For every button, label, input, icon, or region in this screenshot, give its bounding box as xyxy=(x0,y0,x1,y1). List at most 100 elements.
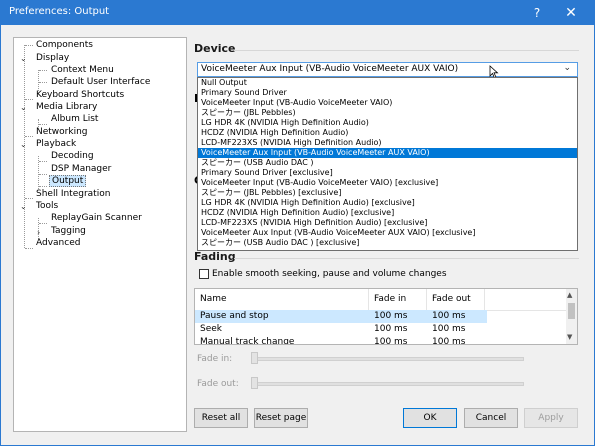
dropdown-option[interactable]: スピーカー (USB Audio DAC ) [exclusive] xyxy=(198,238,577,248)
device-select-value: VoiceMeeter Aux Input (VB-Audio VoiceMee… xyxy=(201,64,459,74)
expand-caret-icon[interactable]: ⌄ xyxy=(20,202,27,211)
dropdown-option[interactable]: LCD-MF223XS (NVIDIA High Definition Audi… xyxy=(198,138,577,148)
fade-in-label: Fade in: xyxy=(197,354,233,364)
title-bar: Preferences: Output ? ✕ xyxy=(1,1,594,25)
tree-item-label: Decoding xyxy=(51,151,94,161)
tree-item-output[interactable]: Output xyxy=(49,175,87,188)
dropdown-option[interactable]: HCDZ (NVIDIA High Definition Audio) xyxy=(198,128,577,138)
expand-caret-icon[interactable]: ⌄ xyxy=(20,140,27,149)
chevron-down-icon: ⌄ xyxy=(563,63,571,73)
tree-item-label: Display xyxy=(36,53,70,63)
dropdown-option[interactable]: LG HDR 4K (NVIDIA High Definition Audio) xyxy=(198,118,577,128)
tree-item-label: Playback xyxy=(36,139,77,149)
tree-item-replaygain-scanner[interactable]: ReplayGain Scanner xyxy=(51,212,142,225)
tree-item-label: Networking xyxy=(36,127,88,137)
reset-all-button[interactable]: Reset all xyxy=(194,408,248,428)
expand-caret-icon[interactable]: ⌄ xyxy=(20,54,27,63)
row-fade-in: 100 ms xyxy=(374,311,408,321)
dropdown-option[interactable]: スピーカー (JBL Pebbles) [exclusive] xyxy=(198,188,577,198)
tree-item-label: Default User Interface xyxy=(51,77,151,87)
dropdown-option[interactable]: Primary Sound Driver xyxy=(198,88,577,98)
tree-connector xyxy=(25,136,33,137)
dropdown-option[interactable]: HCDZ (NVIDIA High Definition Audio) [exc… xyxy=(198,208,577,218)
group-divider xyxy=(234,258,579,259)
fade-settings-list[interactable]: Name Fade in Fade out Pause and stop 100… xyxy=(194,288,578,345)
list-header: Name Fade in Fade out xyxy=(195,289,567,311)
ok-button[interactable]: OK xyxy=(403,408,457,428)
fade-out-slider-thumb[interactable] xyxy=(251,377,258,389)
tree-connector xyxy=(39,124,47,125)
device-dropdown-list[interactable]: Null Output Primary Sound Driver VoiceMe… xyxy=(197,77,578,251)
tree-item-label: Advanced xyxy=(36,238,81,248)
tree-connector xyxy=(39,161,47,162)
tree-connector xyxy=(38,70,39,91)
group-divider xyxy=(234,50,579,51)
reset-page-button[interactable]: Reset page xyxy=(254,408,308,428)
tree-item-default-user-interface[interactable]: Default User Interface xyxy=(51,76,150,89)
scroll-thumb[interactable] xyxy=(568,303,575,319)
table-row[interactable]: Manual track change 100 ms 100 ms xyxy=(195,336,567,345)
tree-item-label: Output xyxy=(49,175,87,187)
row-name: Pause and stop xyxy=(200,311,269,321)
smooth-seeking-label[interactable]: Enable smooth seeking, pause and volume … xyxy=(212,269,447,279)
tree-item-label: Keyboard Shortcuts xyxy=(36,90,125,100)
dropdown-option[interactable]: VoiceMeeter Aux Input (VB-Audio VoiceMee… xyxy=(198,228,577,238)
tree-item-label: DSP Manager xyxy=(51,164,112,174)
tree-item-label: Components xyxy=(36,40,93,50)
table-row[interactable]: Seek 100 ms 100 ms xyxy=(195,323,567,336)
tree-item-decoding[interactable]: Decoding xyxy=(51,150,94,163)
tree-connector xyxy=(25,99,33,100)
tree-connector xyxy=(39,223,47,224)
row-fade-out: 100 ms xyxy=(432,311,466,321)
dropdown-option[interactable]: LG HDR 4K (NVIDIA High Definition Audio)… xyxy=(198,198,577,208)
column-header-name[interactable]: Name xyxy=(195,289,369,310)
dropdown-option-selected[interactable]: VoiceMeeter Aux Input (VB-Audio VoiceMee… xyxy=(198,148,577,158)
tree-connector xyxy=(39,70,47,71)
tree-item-label: Shell Integration xyxy=(36,189,111,199)
cancel-button[interactable]: Cancel xyxy=(464,408,518,428)
list-scrollbar[interactable]: ▲ ▼ xyxy=(566,289,577,344)
expand-caret-icon[interactable]: ⌄ xyxy=(20,103,27,112)
scroll-down-icon[interactable]: ▼ xyxy=(567,333,572,341)
tree-item-label: Album List xyxy=(51,114,99,124)
tree-connector xyxy=(25,198,33,199)
preferences-window: Preferences: Output ? ✕ ⌄ ⌄ ⌄ ⌄ › Compon… xyxy=(0,0,595,446)
fading-group-title: Fading xyxy=(194,250,236,263)
fade-out-slider-track[interactable] xyxy=(256,382,524,386)
close-button[interactable]: ✕ xyxy=(556,1,586,25)
device-select[interactable]: VoiceMeeter Aux Input (VB-Audio VoiceMee… xyxy=(197,62,578,77)
tree-item-label: ReplayGain Scanner xyxy=(51,213,142,223)
column-header-fade-in[interactable]: Fade in xyxy=(369,289,427,310)
dropdown-option[interactable]: VoiceMeeter Input (VB-Audio VoiceMeeter … xyxy=(198,178,577,188)
tree-item-label: Context Menu xyxy=(51,65,114,75)
row-fade-in: 100 ms xyxy=(374,337,408,345)
dropdown-option[interactable]: スピーカー (USB Audio DAC ) xyxy=(198,158,577,168)
apply-button[interactable]: Apply xyxy=(524,408,578,428)
fade-in-slider-thumb[interactable] xyxy=(251,352,258,364)
tree-connector xyxy=(25,248,33,249)
window-title: Preferences: Output xyxy=(9,6,110,17)
tree-item-components[interactable]: Components xyxy=(36,39,93,52)
dropdown-option[interactable]: LCD-MF223XS (NVIDIA High Definition Audi… xyxy=(198,218,577,228)
tree-connector xyxy=(39,174,47,175)
tree-item-advanced[interactable]: Advanced xyxy=(36,237,80,250)
column-header-fade-out[interactable]: Fade out xyxy=(427,289,485,310)
dropdown-option[interactable]: スピーカー (JBL Pebbles) xyxy=(198,108,577,118)
dropdown-option[interactable]: VoiceMeeter Input (VB-Audio VoiceMeeter … xyxy=(198,98,577,108)
tree-item-label: Tools xyxy=(36,201,59,211)
dropdown-option[interactable]: Null Output xyxy=(198,78,577,88)
smooth-seeking-checkbox[interactable] xyxy=(199,269,209,279)
dropdown-option[interactable]: Primary Sound Driver [exclusive] xyxy=(198,168,577,178)
scroll-up-icon[interactable]: ▲ xyxy=(567,291,572,299)
tree-connector xyxy=(25,45,33,46)
tree-connector xyxy=(39,186,47,187)
row-name: Manual track change xyxy=(200,337,295,345)
preferences-tree[interactable]: ⌄ ⌄ ⌄ ⌄ › Components Display Context Men… xyxy=(13,37,187,432)
tree-item-label: Tagging xyxy=(51,226,86,236)
collapse-caret-icon[interactable]: › xyxy=(37,228,40,237)
row-fade-out: 100 ms xyxy=(432,337,466,345)
fade-in-slider-track[interactable] xyxy=(256,357,524,361)
tree-item-album-list[interactable]: Album List xyxy=(51,113,98,126)
help-button[interactable]: ? xyxy=(522,1,552,25)
table-row[interactable]: Pause and stop 100 ms 100 ms xyxy=(195,310,487,323)
